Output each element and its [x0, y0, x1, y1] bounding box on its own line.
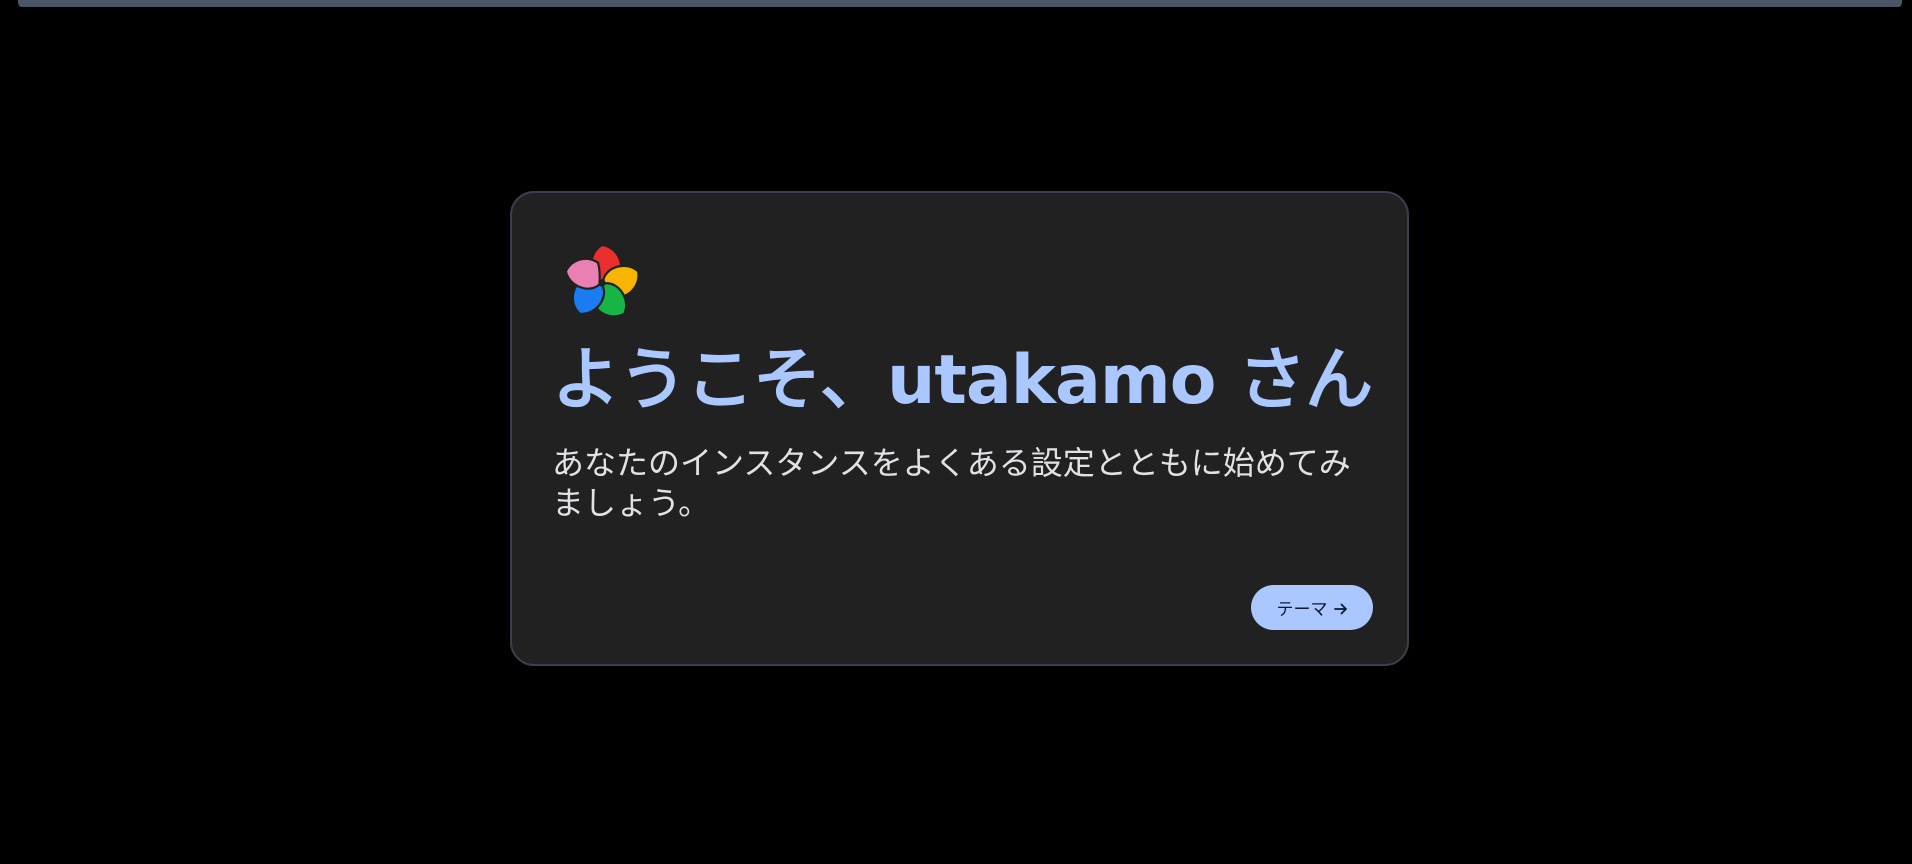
pinwheel-logo-icon	[560, 241, 644, 325]
next-button-label: テーマ	[1276, 600, 1328, 620]
progress-bar	[18, 0, 1902, 7]
logo-svg	[564, 243, 640, 318]
next-theme-button[interactable]: テーマ	[1251, 585, 1373, 630]
arrow-right-icon	[1333, 601, 1348, 615]
page-subtitle: あなたのインスタンスをよくある設定とともに始めてみましょう。	[552, 444, 1351, 522]
page-title: ようこそ、utakamo さん	[552, 341, 1373, 420]
onboarding-card: ようこそ、utakamo さん あなたのインスタンスをよくある設定とともに始めて…	[510, 191, 1409, 666]
